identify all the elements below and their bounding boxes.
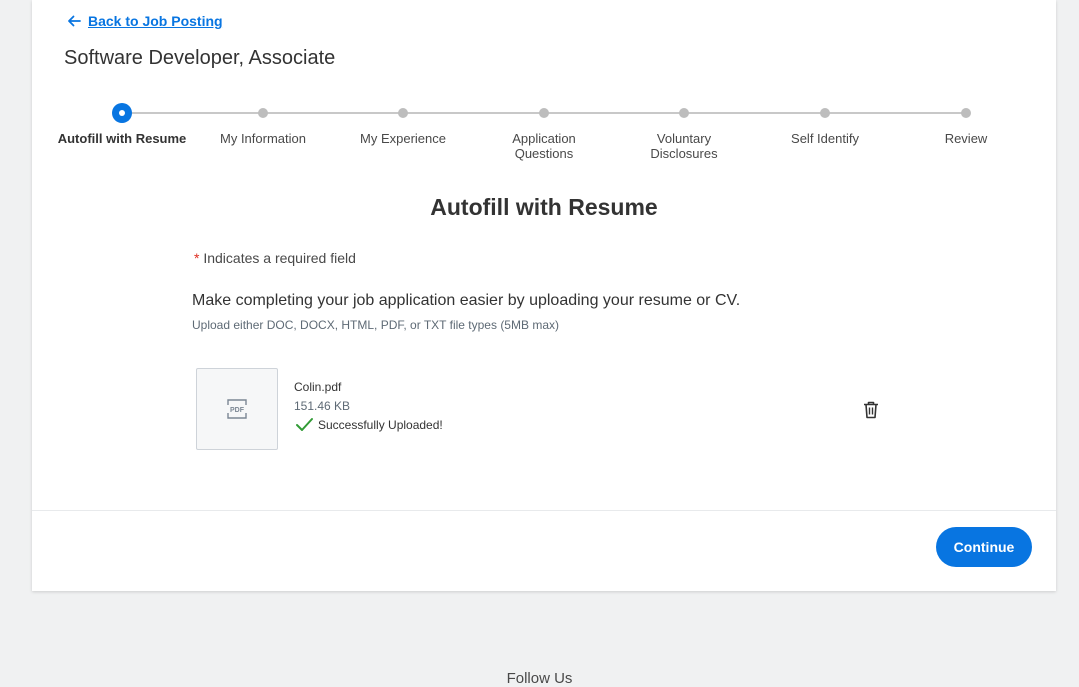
step-label: Application Questions [512,131,576,161]
step-label: Self Identify [791,131,859,146]
continue-button[interactable]: Continue [936,527,1032,567]
upload-instructions: Make completing your job application eas… [192,292,741,309]
file-size: 151.46 KB [294,399,351,413]
step-my-information: My Information [193,100,333,146]
step-autofill-with-resume: Autofill with Resume [52,100,192,146]
upload-status-text: Successfully Uploaded! [318,418,443,432]
step-label: Voluntary Disclosures [650,131,718,161]
step-label: Autofill with Resume [57,131,187,146]
delete-file-button[interactable] [858,397,884,423]
step-indicator [820,108,830,118]
step-application-questions: Application Questions [474,100,614,161]
required-field-note: * Indicates a required field [194,250,356,266]
step-indicator [679,108,689,118]
upload-status: Successfully Uploaded! [294,416,443,434]
back-to-job-posting-link[interactable]: Back to Job Posting [66,13,223,29]
step-voluntary-disclosures: Voluntary Disclosures [614,100,754,161]
follow-us-heading: Follow Us [506,670,573,687]
file-type-hint: Upload either DOC, DOCX, HTML, PDF, or T… [192,318,559,332]
step-self-identify: Self Identify [755,100,895,146]
file-name: Colin.pdf [294,380,342,394]
job-title: Software Developer, Associate [64,47,336,69]
step-my-experience: My Experience [333,100,473,146]
progress-stepper: Autofill with Resume My Information My E… [32,100,1056,170]
back-link-label: Back to Job Posting [88,13,223,29]
arrow-left-icon [68,15,81,27]
step-label: Review [944,131,988,146]
step-label: My Information [220,131,306,146]
step-indicator [398,108,408,118]
step-indicator-current [112,103,132,123]
required-note-text: Indicates a required field [203,250,356,266]
file-thumbnail: PDF [196,368,278,450]
step-indicator [961,108,971,118]
footer-divider [32,510,1056,511]
section-title: Autofill with Resume [430,194,658,220]
step-label: My Experience [360,131,446,146]
required-asterisk: * [194,250,200,266]
checkmark-icon [296,418,313,431]
step-review: Review [896,100,1036,146]
pdf-icon-label: PDF [230,407,245,414]
trash-icon [864,401,878,419]
step-indicator [258,108,268,118]
step-indicator [539,108,549,118]
pdf-file-icon: PDF [227,399,247,419]
application-card: Back to Job Posting Software Developer, … [32,0,1056,591]
